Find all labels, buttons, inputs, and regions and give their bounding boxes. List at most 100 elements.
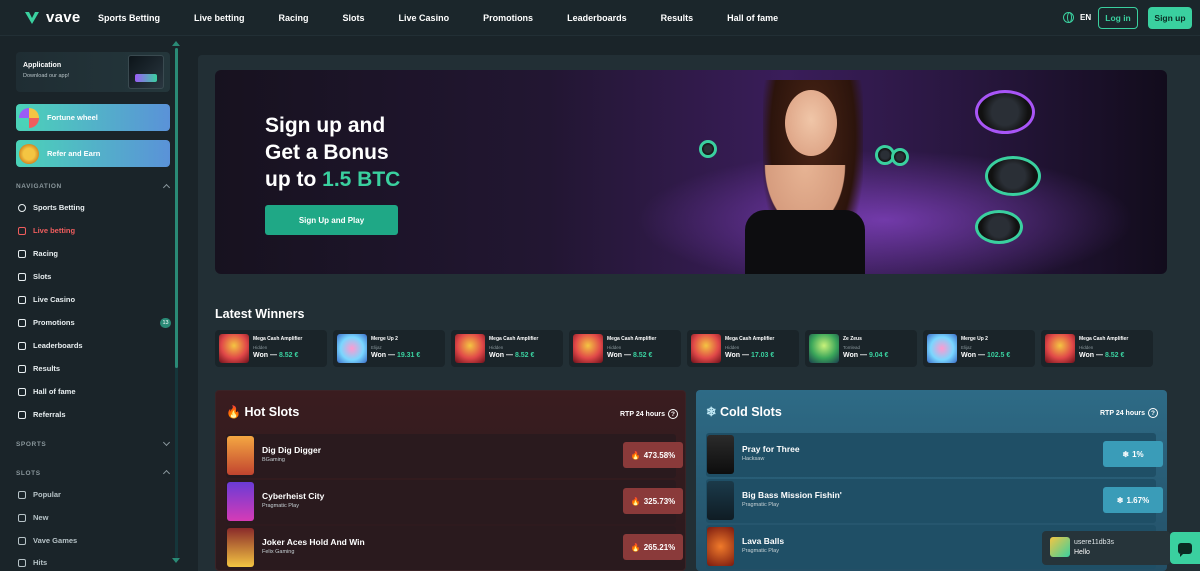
help-icon[interactable]: ?: [668, 409, 678, 419]
nav-leaderboards[interactable]: Leaderboards: [567, 13, 627, 23]
promotions-count-badge: 13: [160, 318, 171, 328]
help-icon[interactable]: ?: [1148, 408, 1158, 418]
nav-slots[interactable]: Slots: [343, 13, 365, 23]
sidebar-item-sports-betting[interactable]: Sports Betting: [18, 203, 85, 212]
sidebar-item-hits[interactable]: Hits: [18, 558, 47, 567]
crypto-coin-icon: [975, 90, 1035, 134]
fortune-wheel-label: Fortune wheel: [47, 113, 98, 122]
game-provider: Pragmatic Play: [742, 502, 779, 508]
nav-sports-betting[interactable]: Sports Betting: [98, 13, 160, 23]
winner-amount-line: Won — 8.52 €: [253, 352, 298, 359]
fortune-wheel-button[interactable]: Fortune wheel: [16, 104, 170, 131]
cold-slot-row[interactable]: Pray for Three Hacksaw ❄ 1%: [706, 433, 1163, 477]
sidebar-item-label: Leaderboards: [33, 341, 83, 350]
winner-game-name: Mega Cash Amplifier: [1079, 336, 1129, 342]
sidebar-item-leaderboards[interactable]: Leaderboards: [18, 341, 83, 350]
sidebar-item-new[interactable]: New: [18, 513, 48, 522]
sidebar-item-label: Results: [33, 364, 61, 373]
refer-and-earn-button[interactable]: Refer and Earn: [16, 140, 170, 167]
signup-button[interactable]: Sign up: [1148, 7, 1192, 29]
winner-amount-line: Won — 102.5 €: [961, 352, 1010, 359]
rtp-value-pill: ❄ 1%: [1103, 441, 1163, 467]
game-provider: BGaming: [262, 457, 285, 463]
winner-card[interactable]: Mega Cash Amplifier Hidden Won — 8.52 €: [451, 330, 563, 367]
game-name: Joker Aces Hold And Win: [262, 537, 365, 547]
signup-and-play-button[interactable]: Sign Up and Play: [265, 205, 398, 235]
chat-username: usere11db3s: [1074, 539, 1114, 546]
winner-card[interactable]: Merge Up 2 Elijaz Won — 102.5 €: [923, 330, 1035, 367]
scroll-up-arrow-icon[interactable]: [172, 41, 180, 46]
login-button[interactable]: Log in: [1098, 7, 1138, 29]
winner-card[interactable]: Mega Cash Amplifier Hidden Won — 8.52 €: [1041, 330, 1153, 367]
vave-logo[interactable]: vave: [24, 9, 81, 26]
sidebar-item-popular[interactable]: Popular: [18, 490, 61, 499]
sidebar-item-results[interactable]: Results: [18, 364, 60, 373]
winner-card[interactable]: Mega Cash Amplifier Hidden Won — 8.52 €: [569, 330, 681, 367]
sidebar-item-vave-games[interactable]: Vave Games: [18, 536, 77, 545]
app-download-card[interactable]: Application Download our app!: [16, 52, 170, 92]
promo-icon: [18, 318, 26, 327]
cold-rtp-info[interactable]: RTP 24 hours?: [1100, 408, 1158, 418]
nav-promotions[interactable]: Promotions: [483, 13, 533, 23]
snowflake-icon: ❄: [1116, 495, 1124, 505]
sidebar-scroll-thumb[interactable]: [175, 48, 178, 368]
main-nav: Sports Betting Live betting Racing Slots…: [98, 0, 812, 36]
game-thumbnail: [1045, 334, 1075, 363]
language-selector[interactable]: EN: [1063, 12, 1091, 23]
sidebar-item-slots[interactable]: Slots: [18, 272, 51, 281]
winner-game-name: Merge Up 2: [371, 336, 398, 342]
btc-coin-icon: [699, 140, 717, 158]
coins-icon: [19, 143, 39, 164]
nav-live-casino[interactable]: Live Casino: [399, 13, 450, 23]
snowflake-icon: ❄: [706, 405, 717, 419]
winner-user: Hidden: [253, 345, 268, 350]
sidebar-item-live-casino[interactable]: Live Casino: [18, 295, 75, 304]
sidebar-item-referrals[interactable]: Referrals: [18, 410, 66, 419]
chat-notification[interactable]: usere11db3s Hello: [1042, 531, 1170, 565]
hot-rtp-info[interactable]: RTP 24 hours?: [620, 409, 678, 419]
sidebar-item-live-betting[interactable]: Live betting: [18, 226, 75, 235]
chat-bubble-icon: [1178, 542, 1192, 557]
game-thumbnail: [227, 482, 254, 521]
hot-slot-row[interactable]: Dig Dig Digger BGaming 🔥 473.58%: [226, 434, 683, 478]
rtp-value-pill: 🔥 265.21%: [623, 534, 683, 560]
winner-card[interactable]: Ze Zeus Tomlead Won — 9.04 €: [805, 330, 917, 367]
winner-card[interactable]: Mega Cash Amplifier Hidden Won — 17.03 €: [687, 330, 799, 367]
sidebar-item-promotions[interactable]: Promotions: [18, 318, 75, 327]
winner-amount-line: Won — 8.52 €: [1079, 352, 1124, 359]
slots-section-head[interactable]: SLOTS: [16, 470, 41, 477]
nav-racing[interactable]: Racing: [279, 13, 309, 23]
sidebar-item-label: Hits: [33, 558, 48, 567]
won-amount: 8.52 €: [1104, 352, 1125, 359]
winner-amount-line: Won — 9.04 €: [843, 352, 888, 359]
nav-hall-of-fame[interactable]: Hall of fame: [727, 13, 778, 23]
flag-icon: [18, 364, 26, 373]
won-amount: 8.52 €: [632, 352, 653, 359]
sidebar-item-label: Popular: [33, 490, 61, 499]
hero-banner[interactable]: Sign up and Get a Bonus up to 1.5 BTC Si…: [215, 70, 1167, 274]
winner-user: Hidden: [607, 345, 622, 350]
scroll-down-arrow-icon[interactable]: [172, 558, 180, 563]
globe-icon: [1063, 12, 1074, 23]
winner-card[interactable]: Mega Cash Amplifier Hidden Won — 8.52 €: [215, 330, 327, 367]
sidebar-item-label: Promotions: [33, 318, 75, 327]
sidebar-item-label: Hall of fame: [33, 387, 76, 396]
winner-card[interactable]: Merge Up 2 Elijaz Won — 19.31 €: [333, 330, 445, 367]
winner-game-name: Mega Cash Amplifier: [725, 336, 775, 342]
chat-button[interactable]: [1170, 532, 1200, 564]
navigation-section-head[interactable]: NAVIGATION: [16, 183, 62, 190]
sidebar-item-hall-of-fame[interactable]: Hall of fame: [18, 387, 76, 396]
hot-slot-row[interactable]: Joker Aces Hold And Win Felix Gaming 🔥 26…: [226, 526, 683, 570]
won-amount: 102.5 €: [986, 352, 1011, 359]
flame-icon: 🔥: [226, 405, 241, 419]
cold-slot-row[interactable]: Big Bass Mission Fishin' Pragmatic Play …: [706, 479, 1163, 523]
nav-live-betting[interactable]: Live betting: [194, 13, 245, 23]
game-provider: Pragmatic Play: [262, 503, 299, 509]
nav-results[interactable]: Results: [661, 13, 694, 23]
sidebar-item-racing[interactable]: Racing: [18, 249, 58, 258]
won-prefix: Won —: [489, 352, 513, 359]
hot-slot-row[interactable]: Cyberheist City Pragmatic Play 🔥 325.73%: [226, 480, 683, 524]
sports-section-head[interactable]: SPORTS: [16, 441, 46, 448]
hero-line-2: Get a Bonus: [265, 141, 389, 164]
game-name: Cyberheist City: [262, 491, 325, 501]
